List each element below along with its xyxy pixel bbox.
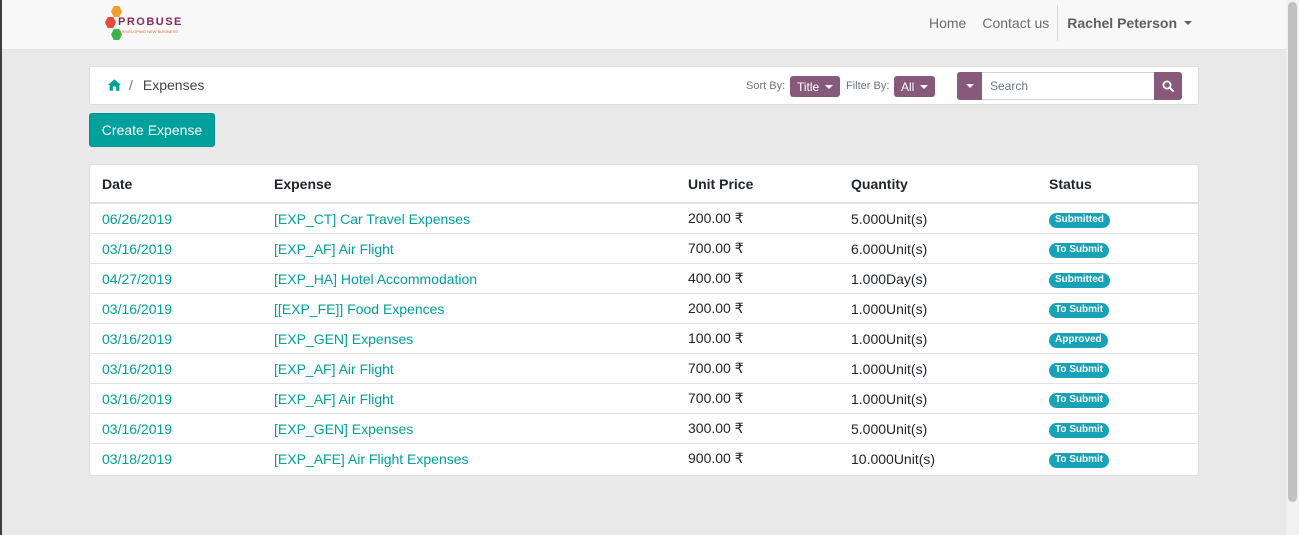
- unit-price: 700.00 ₹: [688, 233, 851, 264]
- chevron-down-icon: [965, 84, 974, 88]
- date-link[interactable]: 03/18/2019: [102, 451, 172, 467]
- table-row[interactable]: 03/16/2019 [EXP_GEN] Expenses 300.00 ₹ 5…: [90, 413, 1198, 444]
- column-header-expense[interactable]: Expense: [274, 165, 688, 204]
- table-row[interactable]: 03/16/2019 [EXP_AF] Air Flight 700.00 ₹ …: [90, 353, 1198, 384]
- expense-link[interactable]: [EXP_HA] Hotel Accommodation: [274, 271, 477, 287]
- filter-label: Filter By:: [846, 80, 890, 92]
- date-link[interactable]: 03/16/2019: [102, 241, 172, 257]
- date-link[interactable]: 03/16/2019: [102, 331, 172, 347]
- expenses-table-card: Date Expense Unit Price Quantity Status …: [89, 164, 1199, 476]
- date-link[interactable]: 03/16/2019: [102, 361, 172, 377]
- table-row[interactable]: 03/18/2019 [EXP_AFE] Air Flight Expenses…: [90, 443, 1198, 473]
- chevron-down-icon: [920, 84, 929, 89]
- column-header-unit-price[interactable]: Unit Price: [688, 165, 851, 204]
- status-badge: To Submit: [1049, 423, 1110, 438]
- list-toolbar: / Expenses Sort By: Title Filter By: All: [89, 66, 1199, 105]
- nav-divider: [1057, 5, 1059, 41]
- quantity: 1.000Unit(s): [851, 293, 1049, 324]
- unit-price: 300.00 ₹: [688, 413, 851, 444]
- scrollbar-thumb[interactable]: [1288, 2, 1297, 502]
- search-button[interactable]: [1154, 72, 1182, 100]
- quantity: 1.000Unit(s): [851, 383, 1049, 414]
- user-menu[interactable]: Rachel Peterson: [1067, 15, 1192, 31]
- unit-price: 200.00 ₹: [688, 210, 744, 226]
- search-options-dropdown[interactable]: [957, 72, 982, 100]
- expenses-table: Date Expense Unit Price Quantity Status …: [90, 165, 1198, 473]
- expense-link[interactable]: [EXP_AF] Air Flight: [274, 361, 394, 377]
- status-badge: To Submit: [1049, 453, 1110, 468]
- chevron-down-icon: [825, 84, 834, 89]
- unit-price: 900.00 ₹: [688, 443, 851, 473]
- quantity: 1.000Unit(s): [851, 323, 1049, 354]
- home-icon[interactable]: [108, 79, 121, 91]
- search-group: [957, 72, 1182, 100]
- expense-link[interactable]: [EXP_CT] Car Travel Expenses: [274, 211, 470, 227]
- date-link[interactable]: 03/16/2019: [102, 391, 172, 407]
- window-edge: [0, 0, 2, 535]
- quantity: 5.000Unit(s): [851, 413, 1049, 444]
- column-header-quantity[interactable]: Quantity: [851, 165, 1049, 204]
- unit-price: 700.00 ₹: [688, 353, 851, 384]
- table-row[interactable]: 04/27/2019 [EXP_HA] Hotel Accommodation …: [90, 263, 1198, 294]
- probuse-logo[interactable]: PROBUSE DEVELOPING NEW BUSINESS: [101, 4, 181, 44]
- status-badge: Approved: [1049, 333, 1108, 348]
- expense-link[interactable]: [[EXP_FE]] Food Expences: [274, 301, 444, 317]
- filter-dropdown[interactable]: All: [894, 76, 936, 97]
- quantity: 5.000Unit(s): [851, 210, 928, 227]
- sort-value: Title: [797, 79, 820, 94]
- search-icon: [1162, 80, 1174, 92]
- unit-price: 100.00 ₹: [688, 323, 851, 354]
- status-badge: To Submit: [1049, 243, 1110, 258]
- quantity: 6.000Unit(s): [851, 233, 1049, 264]
- quantity: 10.000Unit(s): [851, 443, 1049, 473]
- create-expense-button[interactable]: Create Expense: [89, 113, 215, 147]
- sort-label: Sort By:: [746, 80, 786, 92]
- top-navbar: PROBUSE DEVELOPING NEW BUSINESS Home Con…: [2, 0, 1286, 50]
- search-input[interactable]: [982, 72, 1154, 100]
- chevron-down-icon: [1184, 21, 1192, 25]
- unit-price: 200.00 ₹: [688, 293, 851, 324]
- quantity: 1.000Day(s): [851, 263, 1049, 294]
- breadcrumb-separator: /: [129, 77, 133, 93]
- column-header-status[interactable]: Status: [1049, 165, 1198, 204]
- brand-tagline: DEVELOPING NEW BUSINESS: [120, 29, 178, 34]
- table-row[interactable]: 06/26/2019 [EXP_CT] Car Travel Expenses …: [90, 203, 1198, 234]
- table-row[interactable]: 03/16/2019 [EXP_AF] Air Flight 700.00 ₹ …: [90, 233, 1198, 264]
- breadcrumb-current: Expenses: [142, 77, 205, 93]
- status-badge: To Submit: [1049, 393, 1110, 408]
- column-header-date[interactable]: Date: [90, 165, 274, 204]
- unit-price: 400.00 ₹: [688, 263, 851, 294]
- expense-link[interactable]: [EXP_GEN] Expenses: [274, 331, 413, 347]
- breadcrumb: / Expenses: [108, 77, 204, 93]
- nav-contact-link[interactable]: Contact us: [982, 15, 1049, 31]
- sort-dropdown[interactable]: Title: [790, 76, 841, 97]
- table-row[interactable]: 03/16/2019 [EXP_AF] Air Flight 700.00 ₹ …: [90, 383, 1198, 414]
- date-link[interactable]: 03/16/2019: [102, 301, 172, 317]
- date-link[interactable]: 03/16/2019: [102, 421, 172, 437]
- expense-link[interactable]: [EXP_AF] Air Flight: [274, 241, 394, 257]
- table-row[interactable]: 03/16/2019 [[EXP_FE]] Food Expences 200.…: [90, 293, 1198, 324]
- nav-home-link[interactable]: Home: [929, 15, 966, 31]
- status-badge: Submitted: [1049, 273, 1110, 288]
- date-link[interactable]: 06/26/2019: [102, 211, 172, 227]
- status-badge: To Submit: [1049, 363, 1110, 378]
- expense-link[interactable]: [EXP_AFE] Air Flight Expenses: [274, 451, 469, 467]
- table-row[interactable]: 03/16/2019 [EXP_GEN] Expenses 100.00 ₹ 1…: [90, 323, 1198, 354]
- user-name: Rachel Peterson: [1067, 15, 1177, 31]
- status-badge: To Submit: [1049, 303, 1110, 318]
- filter-value: All: [901, 79, 915, 94]
- table-header-row: Date Expense Unit Price Quantity Status: [90, 165, 1198, 204]
- nav-links: Home Contact us Rachel Peterson: [913, 0, 1192, 46]
- quantity: 1.000Unit(s): [851, 353, 1049, 384]
- status-badge: Submitted: [1049, 213, 1110, 228]
- expense-link[interactable]: [EXP_GEN] Expenses: [274, 421, 413, 437]
- date-link[interactable]: 04/27/2019: [102, 271, 172, 287]
- brand-word: PROBUSE: [118, 16, 183, 28]
- unit-price: 700.00 ₹: [688, 383, 851, 414]
- expense-link[interactable]: [EXP_AF] Air Flight: [274, 391, 394, 407]
